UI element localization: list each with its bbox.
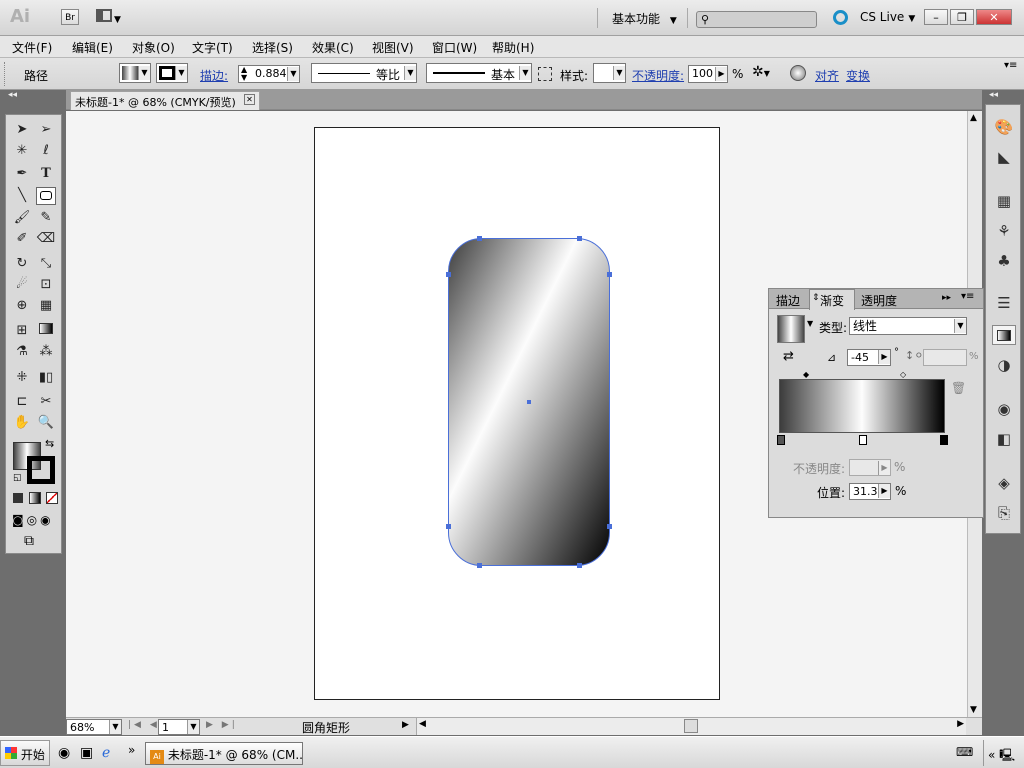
- system-tray: « 🖳: [983, 740, 1024, 766]
- right-icon-panel: 🎨 ◣ ▦ ⚘ ♣ ☰ ◑ ◉ ◧ ◈ ⎘: [985, 104, 1021, 534]
- tab-transparency[interactable]: 透明度: [861, 292, 897, 309]
- gradient-slider-bar[interactable]: [779, 379, 945, 433]
- scroll-down-icon[interactable]: ▼: [970, 705, 977, 715]
- show-desktop-icon[interactable]: ▣: [80, 745, 93, 761]
- angle-icon: ⊿: [827, 351, 837, 364]
- chevron-down-icon: ▼: [954, 319, 966, 333]
- network-icon[interactable]: 🖳: [999, 748, 1015, 762]
- location-label: 位置:: [817, 486, 846, 500]
- start-button[interactable]: 开始: [0, 740, 50, 766]
- anchor-point[interactable]: [446, 524, 451, 529]
- windows-logo-icon: [5, 747, 17, 759]
- graphic-styles-icon[interactable]: ◧: [992, 429, 1016, 449]
- layers-icon[interactable]: ◈: [992, 473, 1016, 493]
- chevron-right-icon: ▶: [878, 350, 890, 364]
- color-stop[interactable]: [940, 435, 948, 445]
- anchor-point[interactable]: [477, 563, 482, 568]
- chevron-right-icon: ▶: [878, 461, 890, 475]
- gradient-type-dropdown[interactable]: 线性 ▼: [849, 317, 967, 335]
- windows-taskbar: 开始 ◉ ▣ ℯ » Ai 未标题-1* @ 68% (CM... ⌨ « 🖳: [0, 736, 1024, 768]
- gradient-panel: 描边 ⇕ 渐变 透明度 ▸▸ ▾≡ ▼ 类型: 线性 ▼ ⇄ ⊿ -45 ▶ °…: [768, 288, 984, 518]
- aspect-ratio-icon: ↕⚪: [905, 349, 924, 362]
- quick-launch-more-icon[interactable]: »: [128, 743, 135, 757]
- chevron-down-icon: ▼: [109, 720, 121, 734]
- color-guide-icon[interactable]: ◣: [992, 147, 1016, 167]
- color-stop-selected[interactable]: [859, 435, 867, 445]
- scroll-thumb[interactable]: [684, 719, 698, 733]
- chevron-down-icon[interactable]: ▼: [807, 319, 813, 328]
- color-palette-icon[interactable]: 🎨: [992, 117, 1016, 137]
- anchor-point[interactable]: [477, 236, 482, 241]
- gradient-swatch[interactable]: [777, 315, 805, 343]
- anchor-point[interactable]: [577, 563, 582, 568]
- anchor-point[interactable]: [607, 524, 612, 529]
- appearance-icon[interactable]: ◉: [992, 399, 1016, 419]
- horizontal-scrollbar[interactable]: ◀ ▶: [416, 718, 966, 735]
- scroll-right-icon[interactable]: ▶: [957, 719, 964, 729]
- symbols-icon[interactable]: ♣: [992, 251, 1016, 271]
- swatches-icon[interactable]: ▦: [992, 191, 1016, 211]
- tray-expand-icon[interactable]: «: [988, 748, 995, 762]
- brushes-icon[interactable]: ⚘: [992, 221, 1016, 241]
- scroll-left-icon[interactable]: ◀: [419, 719, 426, 729]
- artboard-number-dropdown[interactable]: 1 ▼: [158, 719, 200, 735]
- opacity-unit: %: [894, 460, 906, 474]
- location-unit: %: [895, 484, 907, 498]
- anchor-point[interactable]: [607, 272, 612, 277]
- midpoint-diamond-icon[interactable]: ◇: [900, 370, 906, 379]
- midpoint-diamond-icon[interactable]: ◆: [803, 370, 809, 379]
- chevron-down-icon: ▼: [187, 720, 199, 734]
- transparency-panel-icon[interactable]: ◑: [992, 355, 1016, 375]
- opacity-label: 不透明度:: [793, 462, 846, 476]
- type-label: 类型:: [819, 321, 848, 335]
- ie-icon[interactable]: ℯ: [102, 745, 110, 761]
- status-menu-icon[interactable]: ▶: [402, 720, 409, 730]
- collapse-icon[interactable]: ◂◂: [989, 90, 998, 100]
- taskbar-illustrator-button[interactable]: Ai 未标题-1* @ 68% (CM...: [145, 742, 303, 765]
- scroll-up-icon[interactable]: ▲: [970, 113, 977, 123]
- angle-input[interactable]: -45 ▶: [847, 349, 891, 366]
- tab-stroke[interactable]: 描边: [776, 292, 800, 309]
- gradient-panel-icon[interactable]: [992, 325, 1016, 345]
- angle-unit: °: [894, 347, 899, 358]
- panel-menu-icon[interactable]: ▾≡: [961, 291, 974, 302]
- stroke-panel-icon[interactable]: ☰: [992, 293, 1016, 313]
- ai-app-icon: Ai: [150, 750, 164, 764]
- next-last-artboard-icon[interactable]: ▶ ▶|: [206, 720, 238, 730]
- color-stop[interactable]: [777, 435, 785, 445]
- center-point[interactable]: [527, 400, 531, 404]
- artboards-icon[interactable]: ⎘: [992, 503, 1016, 523]
- zoom-dropdown[interactable]: 68% ▼: [66, 719, 122, 735]
- location-input[interactable]: 31.33 ▶: [849, 483, 891, 500]
- delete-stop-icon[interactable]: 🗑: [951, 381, 966, 395]
- status-tool-name: 圆角矩形: [302, 721, 351, 735]
- aspect-ratio-input: [923, 349, 967, 366]
- stop-opacity-input: ▶: [849, 459, 891, 476]
- status-bar: 68% ▼ |◀ ◀ 1 ▼ ▶ ▶| 圆角矩形 ▶ ◀ ▶: [66, 717, 982, 735]
- first-prev-artboard-icon[interactable]: |◀ ◀: [128, 720, 160, 730]
- collapse-panel-icon[interactable]: ▸▸: [942, 293, 951, 303]
- media-player-icon[interactable]: ◉: [58, 745, 70, 761]
- keyboard-icon[interactable]: ⌨: [956, 745, 973, 759]
- chevron-right-icon: ▶: [878, 484, 890, 498]
- anchor-point[interactable]: [577, 236, 582, 241]
- aspect-unit: %: [969, 351, 979, 362]
- tab-gradient[interactable]: ⇕ 渐变: [809, 289, 855, 310]
- reverse-gradient-icon[interactable]: ⇄: [783, 349, 794, 364]
- anchor-point[interactable]: [446, 272, 451, 277]
